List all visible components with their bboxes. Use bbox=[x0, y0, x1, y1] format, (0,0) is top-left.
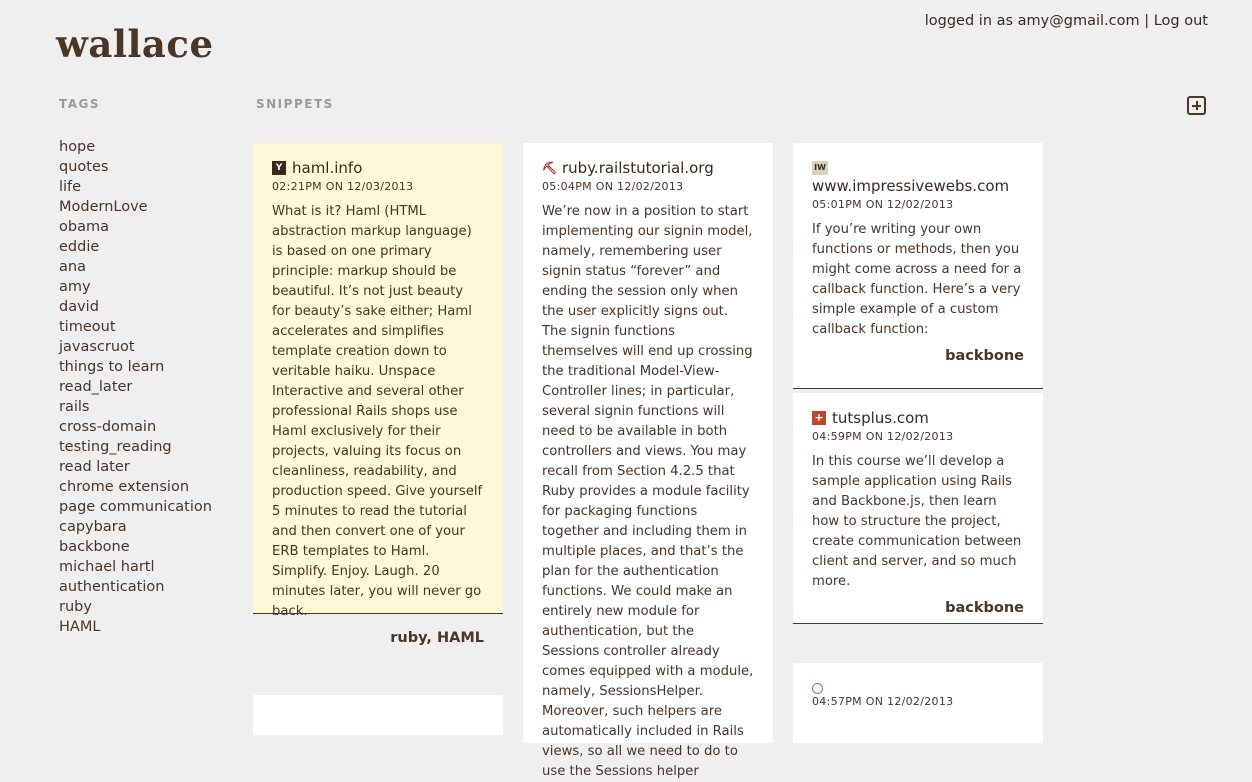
snippet-site-link[interactable]: tutsplus.com bbox=[832, 407, 929, 429]
tag-item[interactable]: amy bbox=[59, 277, 212, 297]
separator: | bbox=[1144, 13, 1150, 29]
tag-item[interactable]: javascruot bbox=[59, 337, 212, 357]
snippet-timestamp: 05:01PM ON 12/02/2013 bbox=[812, 198, 954, 211]
tag-item[interactable]: backbone bbox=[59, 537, 212, 557]
tag-item[interactable]: authentication bbox=[59, 577, 212, 597]
tag-item[interactable]: page communication bbox=[59, 497, 212, 517]
snippet-timestamp: 05:04PM ON 12/02/2013 bbox=[542, 180, 684, 193]
snippet-timestamp: 04:57PM ON 12/02/2013 bbox=[812, 695, 954, 708]
logged-in-prefix: logged in as bbox=[924, 13, 1014, 29]
tags-heading: TAGS bbox=[59, 97, 101, 111]
tag-item[interactable]: quotes bbox=[59, 157, 212, 177]
snippet-body: If you’re writing your own functions or … bbox=[812, 222, 1022, 337]
globe-icon bbox=[812, 683, 823, 694]
tag-item[interactable]: obama bbox=[59, 217, 212, 237]
impressivewebs-icon: IW bbox=[812, 161, 828, 175]
tag-item[interactable]: cross-domain bbox=[59, 417, 212, 437]
tag-item[interactable]: life bbox=[59, 177, 212, 197]
tag-item[interactable]: things to learn bbox=[59, 357, 212, 377]
snippet-site-link[interactable]: www.impressivewebs.com bbox=[812, 175, 1024, 197]
tutsplus-icon: + bbox=[812, 411, 826, 425]
snippet-card[interactable]: + tutsplus.com 04:59PM ON 12/02/2013 In … bbox=[793, 393, 1043, 624]
snippet-tags[interactable]: backbone bbox=[812, 600, 1024, 616]
railstutorial-icon: ⛏ bbox=[542, 161, 558, 175]
user-bar: logged in as amy@gmail.com | Log out bbox=[925, 13, 1208, 29]
snippet-tags[interactable]: backbone bbox=[812, 348, 1024, 364]
tag-item[interactable]: eddie bbox=[59, 237, 212, 257]
tag-item[interactable]: michael hartl bbox=[59, 557, 212, 577]
tag-item[interactable]: timeout bbox=[59, 317, 212, 337]
tag-item[interactable]: david bbox=[59, 297, 212, 317]
snippet-timestamp: 04:59PM ON 12/02/2013 bbox=[812, 430, 954, 443]
snippet-site-link[interactable]: ruby.railstutorial.org bbox=[562, 157, 714, 179]
app-logo[interactable]: wallace bbox=[56, 22, 213, 66]
y-combinator-icon: Y bbox=[272, 161, 286, 175]
tag-item[interactable]: HAML bbox=[59, 617, 212, 637]
snippet-card[interactable]: Y haml.info 02:21PM ON 12/03/2013 What i… bbox=[253, 143, 503, 646]
tag-item[interactable]: rails bbox=[59, 397, 212, 417]
snippet-body: What is it? Haml (HTML abstraction marku… bbox=[272, 204, 483, 619]
add-snippet-button[interactable] bbox=[1187, 96, 1206, 115]
snippet-card[interactable]: 04:57PM ON 12/02/2013 bbox=[793, 663, 1043, 743]
tag-item[interactable]: ana bbox=[59, 257, 212, 277]
user-email-link[interactable]: amy@gmail.com bbox=[1018, 13, 1140, 29]
snippet-card[interactable] bbox=[253, 695, 503, 735]
snippet-card[interactable]: IW www.impressivewebs.com 05:01PM ON 12/… bbox=[793, 143, 1043, 389]
snippet-site-link[interactable]: haml.info bbox=[292, 157, 362, 179]
tag-item[interactable]: ruby bbox=[59, 597, 212, 617]
tag-item[interactable]: capybara bbox=[59, 517, 212, 537]
tag-item[interactable]: read_later bbox=[59, 377, 212, 397]
logout-link[interactable]: Log out bbox=[1154, 13, 1208, 29]
snippets-heading: SNIPPETS bbox=[256, 97, 334, 111]
tag-item[interactable]: ModernLove bbox=[59, 197, 212, 217]
tag-item[interactable]: testing_reading bbox=[59, 437, 212, 457]
snippet-body: We’re now in a position to start impleme… bbox=[542, 204, 754, 779]
snippet-timestamp: 02:21PM ON 12/03/2013 bbox=[272, 180, 414, 193]
snippet-card[interactable]: ⛏ ruby.railstutorial.org 05:04PM ON 12/0… bbox=[523, 143, 773, 779]
tag-item[interactable]: chrome extension bbox=[59, 477, 212, 497]
tag-item[interactable]: hope bbox=[59, 137, 212, 157]
tag-list: hope quotes life ModernLove obama eddie ana amy… bbox=[59, 137, 212, 637]
tag-item[interactable]: read later bbox=[59, 457, 212, 477]
snippet-tags[interactable]: ruby, HAML bbox=[272, 630, 484, 646]
snippet-body: In this course we’ll develop a sample ap… bbox=[812, 454, 1022, 589]
